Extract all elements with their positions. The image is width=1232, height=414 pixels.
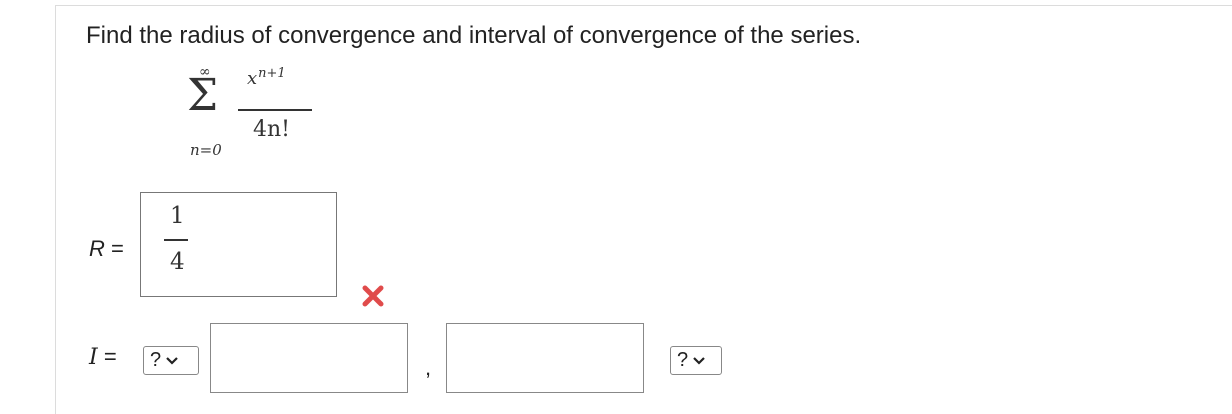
interval-lower-field[interactable] — [210, 323, 408, 393]
radius-var: R — [89, 236, 105, 261]
radius-answer-numerator: 1 — [170, 203, 185, 229]
question-text: Find the radius of convergence and inter… — [86, 22, 862, 49]
series-denominator: 4n! — [253, 117, 291, 142]
radius-answer-denominator: 4 — [170, 249, 185, 275]
sum-lower-limit: n=0 — [190, 141, 222, 159]
series-fraction-bar — [238, 109, 312, 111]
radius-equals: = — [104, 236, 124, 261]
panel-top-border — [55, 5, 1232, 6]
panel-left-border — [55, 5, 56, 414]
interval-label: I = — [89, 344, 117, 370]
chevron-down-icon — [166, 356, 178, 365]
series-numerator: xn+1 — [247, 66, 286, 89]
incorrect-x-icon — [362, 285, 384, 307]
interval-equals: = — [97, 344, 117, 369]
chevron-down-icon — [693, 356, 705, 365]
interval-separator: , — [425, 355, 432, 380]
left-bracket-select-value: ? — [150, 349, 162, 371]
right-bracket-select-value: ? — [677, 349, 689, 371]
numerator-base: x — [247, 68, 258, 89]
radius-label: R = — [89, 236, 124, 262]
numerator-exponent: n+1 — [258, 66, 286, 81]
right-bracket-select[interactable]: ? — [670, 346, 722, 375]
interval-upper-field[interactable] — [446, 323, 644, 393]
interval-var: I — [89, 345, 98, 370]
left-bracket-select[interactable]: ? — [143, 346, 199, 375]
radius-answer-fraction-bar — [164, 239, 188, 241]
summation-symbol: Σ — [187, 70, 219, 121]
